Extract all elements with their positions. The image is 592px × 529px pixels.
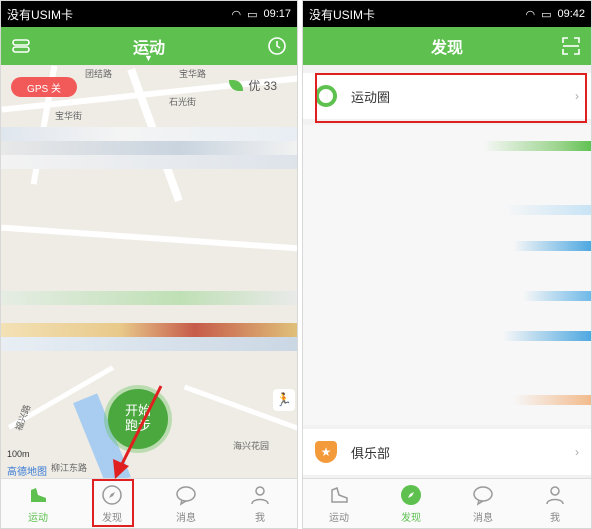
air-quality-indicator[interactable]: 优 33 bbox=[229, 77, 277, 94]
carrier-text: 没有USIM卡 bbox=[7, 7, 74, 22]
place-label: 宝华路 bbox=[179, 69, 207, 79]
battery-icon: ▭ bbox=[247, 8, 258, 21]
tab-label: 发现 bbox=[401, 512, 421, 524]
running-mode-icon[interactable]: 🏃 bbox=[273, 389, 295, 411]
list-item-club[interactable]: ★ 俱乐部 › bbox=[303, 429, 591, 475]
start-run-label: 开始 跑步 bbox=[124, 403, 151, 433]
header-bar: 运动 ▼ bbox=[1, 27, 297, 65]
blurred-list-area bbox=[303, 125, 591, 425]
chat-bubble-icon bbox=[176, 485, 196, 506]
right-phone-screen: 没有USIM卡 ◠ ▭ 09:42 发现 运动圈 › ★ 俱乐部 › 运动 发现… bbox=[302, 0, 592, 529]
gps-toggle-button[interactable]: GPS 关 bbox=[11, 77, 77, 97]
map-provider-logo: 高德地图 bbox=[7, 467, 47, 478]
shoe-icon bbox=[31, 487, 46, 502]
tab-label: 我 bbox=[550, 512, 560, 524]
tab-label: 消息 bbox=[176, 512, 196, 524]
tab-messages[interactable]: 消息 bbox=[149, 479, 223, 528]
wifi-icon: ◠ bbox=[231, 8, 242, 21]
tab-label: 我 bbox=[255, 512, 265, 524]
tab-discover[interactable]: 发现 bbox=[375, 479, 447, 528]
tab-label: 运动 bbox=[329, 512, 349, 524]
person-icon bbox=[546, 485, 564, 504]
highlight-box bbox=[92, 479, 134, 527]
clock-text: 09:17 bbox=[263, 8, 291, 20]
shield-star-icon: ★ bbox=[315, 441, 337, 463]
page-title: 发现 bbox=[430, 40, 463, 57]
tab-label: 消息 bbox=[473, 512, 493, 524]
place-label: 团结路 bbox=[85, 69, 113, 79]
header-bar: 发现 bbox=[303, 27, 591, 65]
gps-status-label: GPS 关 bbox=[27, 83, 61, 95]
map-scale: 100m bbox=[7, 449, 30, 459]
compass-icon bbox=[401, 484, 421, 505]
tab-messages[interactable]: 消息 bbox=[447, 479, 519, 528]
chevron-right-icon: › bbox=[575, 445, 579, 459]
leaf-icon bbox=[229, 80, 244, 91]
status-bar: 没有USIM卡 ◠ ▭ 09:17 bbox=[1, 1, 297, 27]
menu-toggle-icon[interactable] bbox=[11, 36, 31, 56]
map-view[interactable]: 团结路 宝华路 石光街 宝华街 福兴路 柳江东路 海兴花园 GPS 关 优 33… bbox=[1, 65, 297, 479]
place-label: 海兴花园 bbox=[233, 441, 270, 451]
person-icon bbox=[251, 485, 269, 504]
chevron-down-icon[interactable]: ▼ bbox=[144, 53, 153, 63]
clock-text: 09:42 bbox=[557, 8, 585, 20]
wifi-icon: ◠ bbox=[525, 8, 536, 21]
tab-sport[interactable]: 运动 bbox=[303, 479, 375, 528]
scan-icon[interactable] bbox=[561, 36, 581, 56]
tab-label: 运动 bbox=[28, 512, 48, 524]
clock-history-icon[interactable] bbox=[267, 36, 287, 56]
tab-me[interactable]: 我 bbox=[223, 479, 297, 528]
left-phone-screen: 没有USIM卡 ◠ ▭ 09:17 运动 ▼ 团结路 宝华路 石光街 宝华街 福… bbox=[0, 0, 298, 529]
chat-bubble-icon bbox=[473, 485, 493, 506]
place-label: 宝华街 bbox=[55, 111, 83, 121]
status-bar: 没有USIM卡 ◠ ▭ 09:42 bbox=[303, 1, 591, 27]
bottom-tab-bar: 运动 发现 消息 我 bbox=[303, 478, 591, 528]
highlight-box bbox=[315, 73, 587, 123]
list-item-label: 俱乐部 bbox=[351, 445, 391, 461]
aqi-value: 优 33 bbox=[248, 79, 277, 93]
tab-me[interactable]: 我 bbox=[519, 479, 591, 528]
bottom-tab-bar: 运动 发现 消息 我 bbox=[1, 478, 297, 528]
shoe-icon bbox=[331, 486, 348, 503]
battery-icon: ▭ bbox=[541, 8, 552, 21]
tab-sport[interactable]: 运动 bbox=[1, 479, 75, 528]
place-label: 石光街 bbox=[169, 97, 197, 107]
start-run-button[interactable]: 开始 跑步 bbox=[108, 389, 168, 449]
carrier-text: 没有USIM卡 bbox=[309, 7, 376, 22]
place-label: 柳江东路 bbox=[51, 463, 88, 473]
